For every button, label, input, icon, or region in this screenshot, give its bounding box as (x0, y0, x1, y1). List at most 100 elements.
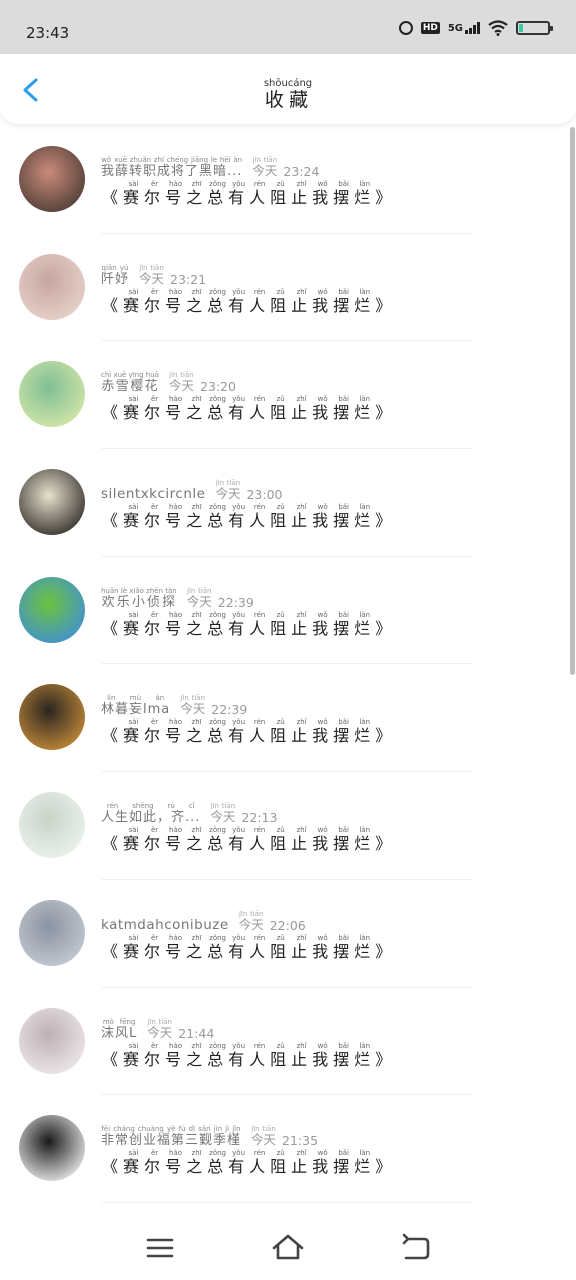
avatar[interactable] (19, 684, 85, 751)
user-name[interactable]: 赤雪樱花chì xuě yīng huā (101, 371, 159, 394)
message-char: 烂làn (354, 1149, 376, 1177)
message-char: 总zǒng (207, 933, 229, 961)
message-char: 尔ěr (144, 826, 166, 854)
message-char: 人rén (249, 933, 271, 961)
message-char: 阻zǔ (270, 503, 292, 531)
list-item[interactable]: katmdahconibuze 今天jīn tiān 22:06 《赛sài尔ěr号h… (0, 880, 576, 988)
message-char: 尔ěr (144, 287, 166, 315)
message-text: 《赛sài尔ěr号hào之zhī总zǒng有yǒu人rén阻zǔ止zhǐ我wǒ摆… (102, 1149, 396, 1177)
avatar[interactable] (19, 792, 85, 859)
avatar[interactable] (19, 361, 85, 428)
message-char: 我wǒ (312, 1041, 334, 1069)
list-item[interactable]: 林暮妄lmalín mù ǎn 今天jīn tiān 22:39 《赛sài尔ěr号h… (0, 664, 576, 773)
list-item[interactable]: 非常创业福第三觐季槿fēi cháng chuàng yè fú dì sān … (0, 1095, 576, 1203)
user-name[interactable]: 阡妤qiān yú (101, 264, 129, 287)
message-char: 总zǒng (207, 826, 229, 854)
home-icon[interactable] (270, 1230, 306, 1266)
message-char: 号hào (165, 610, 187, 638)
item-meta: 沫风Lmò fēng 今天jīn tiān 21:44 (101, 1018, 214, 1041)
menu-icon[interactable] (142, 1230, 178, 1266)
back-icon[interactable] (398, 1230, 434, 1266)
user-name[interactable]: 欢乐小侦探huān lè xiǎo zhēn tàn (101, 587, 177, 610)
user-name[interactable]: 沫风Lmò fēng (101, 1018, 137, 1041)
message-char: 赛sài (123, 610, 145, 638)
message-char: 我wǒ (312, 718, 334, 746)
message-char: 尔ěr (144, 1041, 166, 1069)
message-char: 之zhī (186, 610, 208, 638)
divider (102, 1201, 472, 1203)
message-char: 《 (102, 941, 124, 961)
item-meta: 人生如此，齐...rén shēng rú cǐ 今天jīn tiān 22:13 (101, 802, 277, 825)
avatar[interactable] (19, 1115, 85, 1182)
list-item[interactable]: 沫风Lmò fēng 今天jīn tiān 21:44 《赛sài尔ěr号hào之zh… (0, 988, 576, 1096)
message-char: 摆bǎi (333, 933, 355, 961)
message-char: 有yǒu (228, 718, 250, 746)
top-bar: 收藏shōucáng (0, 54, 576, 124)
signal-icon: 5G (448, 22, 480, 34)
message-char: 》 (375, 618, 397, 638)
item-meta: katmdahconibuze 今天jīn tiān 22:06 (101, 910, 306, 933)
message-char: 人rén (249, 1041, 271, 1069)
message-char: 我wǒ (312, 826, 334, 854)
message-char: 》 (375, 834, 397, 854)
message-char: 有yǒu (228, 395, 250, 423)
page-title: 收藏shōucáng (263, 78, 313, 111)
list-item[interactable]: 人生如此，齐...rén shēng rú cǐ 今天jīn tiān 22:13 《… (0, 772, 576, 880)
user-name[interactable]: katmdahconibuze (101, 917, 229, 933)
avatar[interactable] (19, 469, 85, 536)
scrollbar[interactable] (570, 127, 575, 675)
user-name[interactable]: silentxkcircnle (101, 486, 205, 502)
message-char: 我wǒ (312, 503, 334, 531)
message-text: 《赛sài尔ěr号hào之zhī总zǒng有yǒu人rén阻zǔ止zhǐ我wǒ摆… (102, 611, 396, 639)
message-char: 》 (375, 511, 397, 531)
message-char: 《 (102, 511, 124, 531)
message-text: 《赛sài尔ěr号hào之zhī总zǒng有yǒu人rén阻zǔ止zhǐ我wǒ摆… (102, 826, 396, 854)
item-meta: 林暮妄lmalín mù ǎn 今天jīn tiān 22:39 (101, 694, 247, 717)
message-char: 人rén (249, 610, 271, 638)
message-char: 阻zǔ (270, 1041, 292, 1069)
message-char: 阻zǔ (270, 610, 292, 638)
avatar[interactable] (19, 576, 85, 643)
list-item[interactable]: 我薛转职成将了黑暗...wǒ xuē zhuǎn zhí chéng jiāng… (0, 126, 576, 234)
message-char: 之zhī (186, 826, 208, 854)
message-char: 赛sài (123, 503, 145, 531)
message-char: 《 (102, 1049, 124, 1069)
avatar[interactable] (19, 1007, 85, 1074)
message-char: 之zhī (186, 1041, 208, 1069)
list-item[interactable]: 赤雪樱花chì xuě yīng huā 今天jīn tiān 23:20 《赛sài… (0, 341, 576, 450)
user-name[interactable]: 林暮妄lmalín mù ǎn (101, 694, 170, 717)
message-text: 《赛sài尔ěr号hào之zhī总zǒng有yǒu人rén阻zǔ止zhǐ我wǒ摆… (102, 288, 396, 316)
status-icons: HD 5G (398, 20, 553, 36)
timestamp: 今天jīn tiān 21:44 (147, 1017, 215, 1041)
timestamp: 今天jīn tiān 22:06 (238, 909, 306, 933)
message-char: 我wǒ (312, 1149, 334, 1177)
message-char: 》 (375, 1157, 397, 1177)
list-item[interactable]: 欢乐小侦探huān lè xiǎo zhēn tàn 今天jīn tiān 22:3… (0, 557, 576, 665)
message-char: 尔ěr (144, 610, 166, 638)
avatar[interactable] (19, 146, 85, 212)
message-text: 《赛sài尔ěr号hào之zhī总zǒng有yǒu人rén阻zǔ止zhǐ我wǒ摆… (102, 718, 396, 746)
user-name[interactable]: 人生如此，齐...rén shēng rú cǐ (101, 802, 200, 825)
user-name[interactable]: 非常创业福第三觐季槿fēi cháng chuàng yè fú dì sān … (101, 1125, 241, 1148)
message-char: 》 (375, 188, 397, 207)
list-item[interactable]: silentxkcircnle 今天jīn tiān 23:00 《赛sài尔ěr号h… (0, 449, 576, 557)
avatar[interactable] (19, 899, 85, 966)
list-item[interactable]: 阡妤qiān yú 今天jīn tiān 23:21 《赛sài尔ěr号hào之zhī… (0, 234, 576, 342)
item-meta: 阡妤qiān yú 今天jīn tiān 23:21 (101, 264, 206, 287)
message-char: 尔ěr (144, 718, 166, 746)
message-char: 号hào (165, 287, 187, 315)
message-char: 《 (102, 188, 124, 207)
avatar[interactable] (19, 253, 85, 320)
message-char: 尔ěr (144, 1149, 166, 1177)
network-type: 5G (447, 23, 463, 34)
system-navigation-bar (0, 1214, 576, 1280)
message-char: 有yǒu (228, 1041, 250, 1069)
message-char: 人rén (249, 287, 271, 315)
message-char: 人rén (249, 718, 271, 746)
message-char: 摆bǎi (333, 1149, 355, 1177)
item-meta: 欢乐小侦探huān lè xiǎo zhēn tàn 今天jīn tiān 22:3… (101, 587, 254, 610)
message-char: 总zǒng (207, 287, 229, 315)
message-char: 总zǒng (207, 180, 229, 207)
message-char: 《 (102, 403, 124, 423)
user-name[interactable]: 我薛转职成将了黑暗...wǒ xuē zhuǎn zhí chéng jiāng… (101, 156, 242, 179)
